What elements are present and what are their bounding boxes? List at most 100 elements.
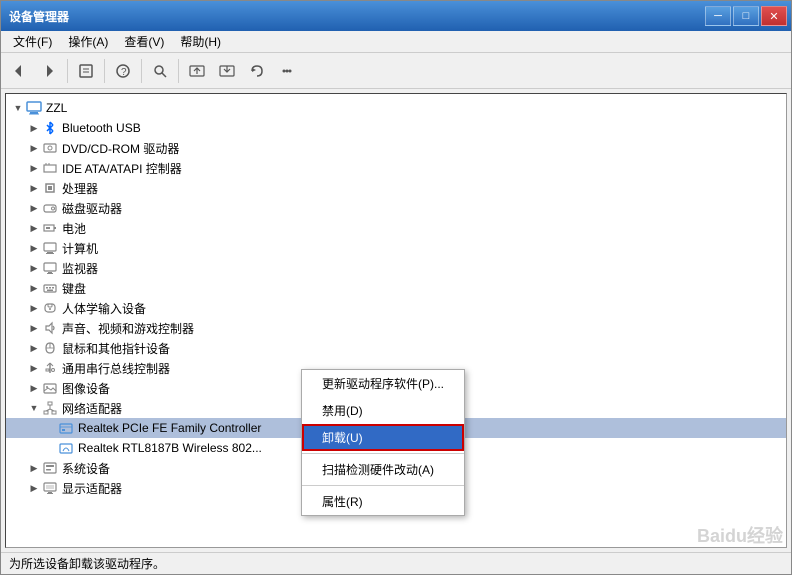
- menu-help[interactable]: 帮助(H): [172, 31, 229, 52]
- context-menu-properties[interactable]: 属性(R): [302, 488, 464, 515]
- context-menu-sep2: [302, 485, 464, 486]
- mouse-icon: [42, 340, 58, 356]
- expand-icon-usb: ▶: [26, 360, 42, 376]
- maximize-button[interactable]: □: [733, 6, 759, 26]
- status-bar: 为所选设备卸载该驱动程序。: [1, 552, 791, 574]
- disk-label: 磁盘驱动器: [62, 200, 122, 217]
- expand-icon-dvd: ▶: [26, 140, 42, 156]
- context-menu-sep: [302, 453, 464, 454]
- menu-view[interactable]: 查看(V): [116, 31, 172, 52]
- rollback-button[interactable]: [243, 57, 271, 85]
- scan-button[interactable]: [146, 57, 174, 85]
- mouse-label: 鼠标和其他指针设备: [62, 340, 170, 357]
- properties2-button[interactable]: [273, 57, 301, 85]
- tree-item-dvd[interactable]: ▶ DVD/CD-ROM 驱动器: [6, 138, 786, 158]
- system-label: 系统设备: [62, 460, 110, 477]
- tree-item-computer[interactable]: ▶ 计算机: [6, 238, 786, 258]
- realtek-rtl-icon: [58, 440, 74, 456]
- usb-label: 通用串行总线控制器: [62, 360, 170, 377]
- realtek-pcie-label: Realtek PCIe FE Family Controller: [78, 421, 261, 435]
- computer2-icon: [42, 240, 58, 256]
- input-label: 人体学输入设备: [62, 300, 146, 317]
- sound-label: 声音、视频和游戏控制器: [62, 320, 194, 337]
- monitor-icon: [42, 260, 58, 276]
- cpu-icon: [42, 180, 58, 196]
- context-menu-update[interactable]: 更新驱动程序软件(P)...: [302, 370, 464, 397]
- expand-icon-battery: ▶: [26, 220, 42, 236]
- expand-icon-disk: ▶: [26, 200, 42, 216]
- realtek-pcie-icon: [58, 420, 74, 436]
- toolbar-sep-2: [104, 59, 105, 83]
- toolbar-sep-1: [67, 59, 68, 83]
- network-icon: [42, 400, 58, 416]
- main-window: 设备管理器 ─ □ ✕ 文件(F) 操作(A) 查看(V) 帮助(H): [0, 0, 792, 575]
- context-menu-scan[interactable]: 扫描检测硬件改动(A): [302, 456, 464, 483]
- tree-item-input[interactable]: ▶ 人体学输入设备: [6, 298, 786, 318]
- battery-label: 电池: [62, 220, 86, 237]
- keyboard-label: 键盘: [62, 280, 86, 297]
- expand-icon-ide: ▶: [26, 160, 42, 176]
- toolbar-sep-3: [141, 59, 142, 83]
- expand-icon-system: ▶: [26, 460, 42, 476]
- svg-text:?: ?: [121, 67, 127, 78]
- input-icon: [42, 300, 58, 316]
- expand-icon-sound: ▶: [26, 320, 42, 336]
- help-button[interactable]: ?: [109, 57, 137, 85]
- system-icon: [42, 460, 58, 476]
- minimize-button[interactable]: ─: [705, 6, 731, 26]
- display-label: 显示适配器: [62, 480, 122, 497]
- forward-button[interactable]: [35, 57, 63, 85]
- expand-icon-display: ▶: [26, 480, 42, 496]
- tree-item-bluetooth[interactable]: ▶ Bluetooth USB: [6, 118, 786, 138]
- tree-item-battery[interactable]: ▶ 电池: [6, 218, 786, 238]
- window-title: 设备管理器: [9, 8, 69, 25]
- tree-root[interactable]: ▼ ZZL: [6, 98, 786, 118]
- back-button[interactable]: [5, 57, 33, 85]
- expand-icon-computer: ▶: [26, 240, 42, 256]
- expand-icon-cpu: ▶: [26, 180, 42, 196]
- update-driver-button[interactable]: [183, 57, 211, 85]
- watermark: Baidu经验: [697, 522, 783, 548]
- cpu-label: 处理器: [62, 180, 98, 197]
- toolbar: ?: [1, 53, 791, 89]
- image-icon: [42, 380, 58, 396]
- expand-icon-bt: ▶: [26, 120, 42, 136]
- image-label: 图像设备: [62, 380, 110, 397]
- tree-item-monitor[interactable]: ▶ 监视器: [6, 258, 786, 278]
- network-label: 网络适配器: [62, 400, 122, 417]
- expand-icon-network: ▼: [26, 400, 42, 416]
- status-text: 为所选设备卸载该驱动程序。: [9, 555, 165, 572]
- expand-icon-root: ▼: [10, 100, 26, 116]
- tree-item-cpu[interactable]: ▶ 处理器: [6, 178, 786, 198]
- battery-icon: [42, 220, 58, 236]
- context-menu-disable[interactable]: 禁用(D): [302, 397, 464, 424]
- dvd-icon: [42, 140, 58, 156]
- computer-icon: [26, 100, 42, 116]
- properties-button[interactable]: [72, 57, 100, 85]
- bluetooth-label: Bluetooth USB: [62, 121, 141, 135]
- dvd-label: DVD/CD-ROM 驱动器: [62, 140, 179, 157]
- display-icon: [42, 480, 58, 496]
- window-controls: ─ □ ✕: [705, 6, 787, 26]
- tree-item-sound[interactable]: ▶ 声音、视频和游戏控制器: [6, 318, 786, 338]
- keyboard-icon: [42, 280, 58, 296]
- disk-icon: [42, 200, 58, 216]
- tree-item-mouse[interactable]: ▶ 鼠标和其他指针设备: [6, 338, 786, 358]
- uninstall-button[interactable]: [213, 57, 241, 85]
- main-area: ▼ ZZL ▶ Bluetooth USB ▶ DVD/C: [1, 89, 791, 552]
- context-menu-uninstall[interactable]: 卸载(U): [302, 424, 464, 451]
- monitor-label: 监视器: [62, 260, 98, 277]
- tree-item-ide[interactable]: ▶ IDE ATA/ATAPI 控制器: [6, 158, 786, 178]
- computer-label: 计算机: [62, 240, 98, 257]
- usb-icon: [42, 360, 58, 376]
- tree-item-disk[interactable]: ▶ 磁盘驱动器: [6, 198, 786, 218]
- expand-icon-input: ▶: [26, 300, 42, 316]
- menu-action[interactable]: 操作(A): [60, 31, 116, 52]
- realtek-rtl-label: Realtek RTL8187B Wireless 802...: [78, 441, 262, 455]
- menu-bar: 文件(F) 操作(A) 查看(V) 帮助(H): [1, 31, 791, 53]
- ide-label: IDE ATA/ATAPI 控制器: [62, 160, 182, 177]
- context-menu: 更新驱动程序软件(P)... 禁用(D) 卸载(U) 扫描检测硬件改动(A) 属…: [301, 369, 465, 516]
- tree-item-keyboard[interactable]: ▶ 键盘: [6, 278, 786, 298]
- close-button[interactable]: ✕: [761, 6, 787, 26]
- menu-file[interactable]: 文件(F): [5, 31, 60, 52]
